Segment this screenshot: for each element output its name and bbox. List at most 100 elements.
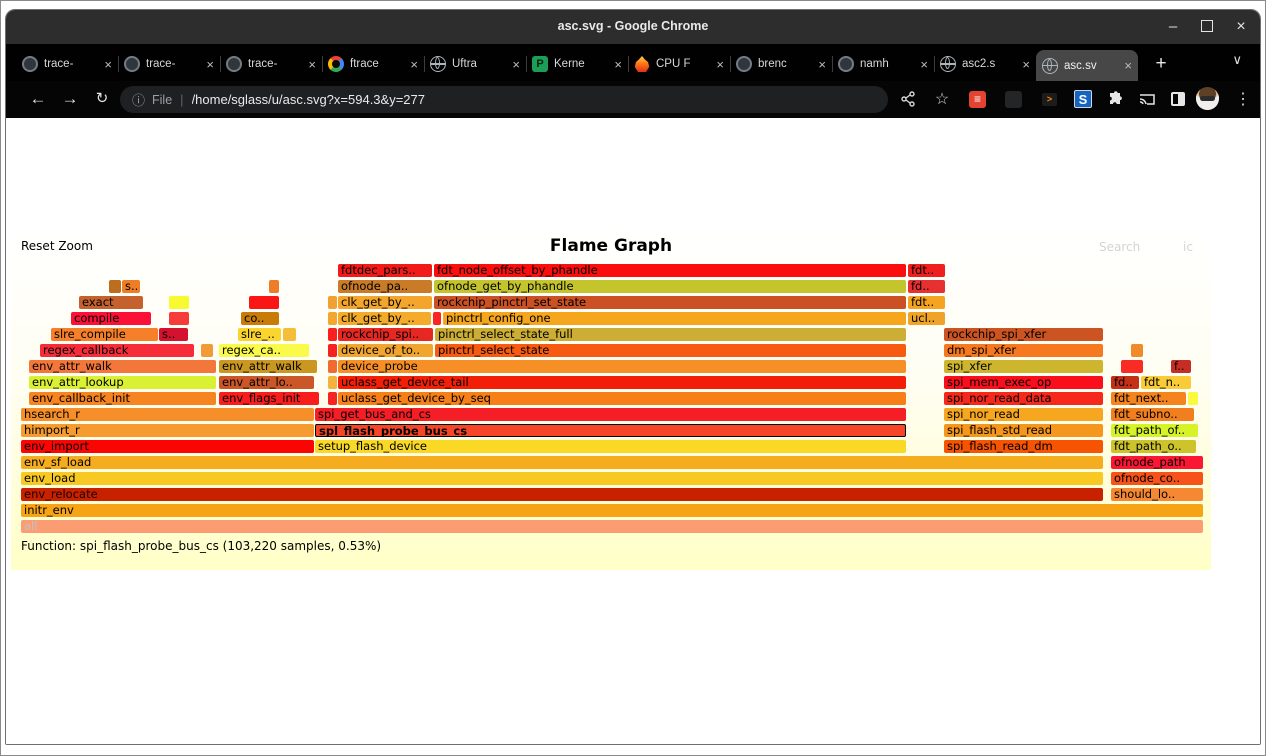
flame-frame-env-attr-lookup[interactable]: env_attr_lookup [29,376,216,389]
flame-frame[interactable] [169,296,189,309]
flame-frame-regex-ca-[interactable]: regex_ca.. [219,344,309,357]
menu-dots-icon[interactable]: ⋮ [1234,91,1252,109]
tab-close-icon[interactable]: × [1124,58,1132,73]
flame-frame-env-sf-load[interactable]: env_sf_load [21,456,1103,469]
tab-trace-[interactable]: trace-× [220,50,322,78]
flame-frame[interactable] [433,312,441,325]
flame-frame-fdt-next-[interactable]: fdt_next.. [1111,392,1186,405]
flame-frame-clk-get-by-[interactable]: clk_get_by_.. [338,312,431,325]
maximize-button[interactable] [1190,10,1224,44]
flame-frame-fdt-path-of-[interactable]: fdt_path_of.. [1111,424,1198,437]
flame-frame-device-of-to-[interactable]: device_of_to.. [338,344,433,357]
dark-extension-icon[interactable] [1005,91,1022,108]
flame-frame-slre-[interactable]: slre_.. [238,328,281,341]
tab-close-icon[interactable]: × [614,57,622,72]
flame-frame[interactable] [1121,360,1143,373]
flame-frame-rockchip-spi-[interactable]: rockchip_spi.. [338,328,433,341]
flame-frame-fdt-n-[interactable]: fdt_n.. [1141,376,1191,389]
bookmark-star-icon[interactable]: ☆ [933,91,951,109]
flame-frame-spi-flash-std-read[interactable]: spi_flash_std_read [944,424,1103,437]
flame-frame-regex-callback[interactable]: regex_callback [40,344,194,357]
url-text[interactable]: /home/sglass/u/asc.svg?x=594.3&y=277 [192,92,425,107]
flame-frame-env-attr-walk[interactable]: env_attr_walk [29,360,216,373]
flame-frame[interactable] [201,344,213,357]
tab-trace-[interactable]: trace-× [118,50,220,78]
new-tab-button[interactable]: + [1146,50,1176,78]
flame-frame-ofnode-path[interactable]: ofnode_path [1111,456,1203,469]
tab-namh[interactable]: namh× [832,50,934,78]
flame-frame[interactable] [328,376,337,389]
flame-frame-clk-get-by-[interactable]: clk_get_by_.. [338,296,432,309]
todoist-extension-icon[interactable]: ≡ [969,91,986,108]
flame-frame-env-callback-init[interactable]: env_callback_init [29,392,216,405]
flame-frame-device-probe[interactable]: device_probe [338,360,906,373]
flame-frame-setup-flash-device[interactable]: setup_flash_device [315,440,906,453]
profile-avatar[interactable] [1196,87,1219,110]
extensions-puzzle-icon[interactable] [1106,91,1124,109]
flame-frame-env-attr-walk[interactable]: env_attr_walk [219,360,317,373]
s-extension-icon[interactable]: S [1074,90,1092,108]
address-bar[interactable]: ⓘ File | /home/sglass/u/asc.svg?x=594.3&… [120,86,888,113]
flame-frame-hsearch-r[interactable]: hsearch_r [21,408,314,421]
flame-frame[interactable] [283,328,296,341]
flame-frame-spi-xfer[interactable]: spi_xfer [944,360,1103,373]
flame-frame[interactable] [109,280,121,293]
flame-frame-env-load[interactable]: env_load [21,472,1103,485]
flame-frame-s-[interactable]: s.. [122,280,140,293]
flame-frame-fd-[interactable]: fd.. [1111,376,1139,389]
flame-frame-env-flags-init[interactable]: env_flags_init [219,392,319,405]
flame-frame-ofnode-co-[interactable]: ofnode_co.. [1111,472,1203,485]
flame-frame-pinctrl-config-one[interactable]: pinctrl_config_one [443,312,906,325]
tab-brenc[interactable]: brenc× [730,50,832,78]
flame-frame[interactable] [249,296,279,309]
flame-frame-fdt-subno-[interactable]: fdt_subno.. [1111,408,1194,421]
flame-frame-fdt-node-offset-by-phandle[interactable]: fdt_node_offset_by_phandle [434,264,906,277]
flame-frame[interactable] [328,392,337,405]
flame-frame-ucl-[interactable]: ucl.. [908,312,945,325]
flame-frame-fdtdec-pars-[interactable]: fdtdec_pars.. [338,264,432,277]
tab-close-icon[interactable]: × [512,57,520,72]
tab-asc-sv[interactable]: asc.sv× [1036,50,1138,81]
flame-frame[interactable] [1131,344,1143,357]
tab-trace-[interactable]: trace-× [16,50,118,78]
flame-frame-dm-spi-xfer[interactable]: dm_spi_xfer [944,344,1103,357]
terminal-extension-icon[interactable]: > [1042,93,1057,106]
flame-frame-all[interactable]: all [21,520,1203,533]
close-button[interactable]: × [1224,10,1258,44]
flame-frame-fdt-[interactable]: fdt.. [908,296,945,309]
flame-frame-env-attr-lo-[interactable]: env_attr_lo.. [219,376,314,389]
flame-frame-ofnode-pa-[interactable]: ofnode_pa.. [338,280,432,293]
tab-close-icon[interactable]: × [716,57,724,72]
flame-frame-slre-compile[interactable]: slre_compile [51,328,158,341]
tab-close-icon[interactable]: × [206,57,214,72]
page-info-icon[interactable]: ⓘ [132,90,145,109]
tab-search-chevron-icon[interactable]: ∨ [1232,52,1242,68]
tab-close-icon[interactable]: × [818,57,826,72]
tab-kerne[interactable]: PKerne× [526,50,628,78]
flame-frame-co-[interactable]: co.. [241,312,279,325]
minimize-button[interactable]: – [1156,10,1190,44]
flame-frame-spl-flash-probe-bus-cs[interactable]: spl_flash_probe_bus_cs [315,424,906,437]
reading-mode-icon[interactable] [1171,92,1185,106]
flame-frame[interactable] [169,312,189,325]
tab-close-icon[interactable]: × [1022,57,1030,72]
flame-frame-spi-nor-read-data[interactable]: spi_nor_read_data [944,392,1103,405]
flame-frame-spi-mem-exec-op[interactable]: spi_mem_exec_op [944,376,1103,389]
flame-frame-fd-[interactable]: fd.. [908,280,945,293]
flame-frame-initr-env[interactable]: initr_env [21,504,1203,517]
flame-frame[interactable] [328,296,337,309]
flame-frame-pinctrl-select-state-full[interactable]: pinctrl_select_state_full [435,328,906,341]
reset-zoom-button[interactable]: Reset Zoom [21,239,93,253]
cast-icon[interactable] [1138,91,1156,109]
tab-uftra[interactable]: Uftra× [424,50,526,78]
tab-close-icon[interactable]: × [308,57,316,72]
flame-frame[interactable] [328,328,337,341]
flame-frame[interactable] [1188,392,1198,405]
flame-frame-uclass-get-device-tail[interactable]: uclass_get_device_tail [338,376,906,389]
back-button[interactable]: ← [24,81,52,118]
flame-frame-pinctrl-select-state[interactable]: pinctrl_select_state [435,344,906,357]
flame-frame-spi-flash-read-dm[interactable]: spi_flash_read_dm [944,440,1103,453]
flame-frame-compile[interactable]: compile [71,312,151,325]
flame-frame-uclass-get-device-by-seq[interactable]: uclass_get_device_by_seq [338,392,906,405]
flame-frame-s-[interactable]: s.. [159,328,188,341]
